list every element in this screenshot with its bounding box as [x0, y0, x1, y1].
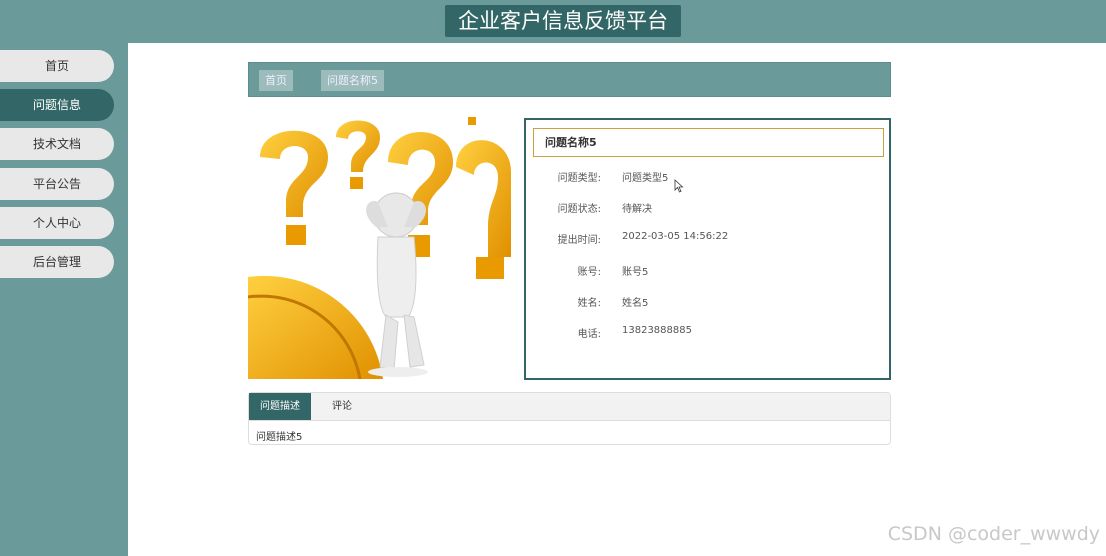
field-label-time: 提出时间:: [557, 235, 601, 246]
sidebar-item-announcements[interactable]: 平台公告: [0, 168, 114, 200]
tab-comments[interactable]: 评论: [311, 393, 373, 420]
tab-description[interactable]: 问题描述: [249, 393, 311, 420]
problem-title: 问题名称5: [533, 128, 884, 157]
field-value-account: 账号5: [622, 267, 649, 278]
field-value-status: 待解决: [622, 204, 652, 215]
sidebar-item-tech-docs[interactable]: 技术文档: [0, 128, 114, 160]
breadcrumb: 首页 问题名称5: [248, 62, 891, 97]
problem-image: [248, 117, 511, 379]
watermark: CSDN @coder_wwwdy: [887, 523, 1100, 545]
mouse-cursor-icon: [674, 178, 684, 197]
app-title: 企业客户信息反馈平台: [445, 5, 681, 37]
question-marks-illustration: [248, 117, 511, 379]
top-header: 企业客户信息反馈平台: [0, 0, 1106, 43]
field-label-phone: 电话:: [577, 329, 601, 340]
tab-bar: 问题描述 评论: [249, 393, 890, 421]
detail-tabs: 问题描述 评论 问题描述5: [248, 392, 891, 445]
breadcrumb-home[interactable]: 首页: [259, 70, 293, 91]
breadcrumb-current[interactable]: 问题名称5: [321, 70, 384, 91]
field-value-phone: 13823888885: [622, 325, 692, 336]
sidebar-item-problems[interactable]: 问题信息: [0, 89, 114, 121]
problem-detail-card: 问题名称5 问题类型: 问题类型5 问题状态: 待解决 提出时间: 2022-0…: [524, 118, 891, 380]
field-label-account: 账号:: [577, 267, 601, 278]
field-value-time: 2022-03-05 14:56:22: [622, 231, 729, 242]
sidebar: 首页 问题信息 技术文档 平台公告 个人中心 后台管理: [0, 43, 128, 556]
sidebar-item-profile[interactable]: 个人中心: [0, 207, 114, 239]
field-label-name: 姓名:: [577, 298, 601, 309]
field-value-type: 问题类型5: [622, 173, 669, 184]
field-label-type: 问题类型:: [557, 173, 601, 184]
field-value-name: 姓名5: [622, 298, 649, 309]
sidebar-item-admin[interactable]: 后台管理: [0, 246, 114, 278]
field-label-status: 问题状态:: [557, 204, 601, 215]
sidebar-item-home[interactable]: 首页: [0, 50, 114, 82]
tab-content-description: 问题描述5: [256, 432, 303, 443]
